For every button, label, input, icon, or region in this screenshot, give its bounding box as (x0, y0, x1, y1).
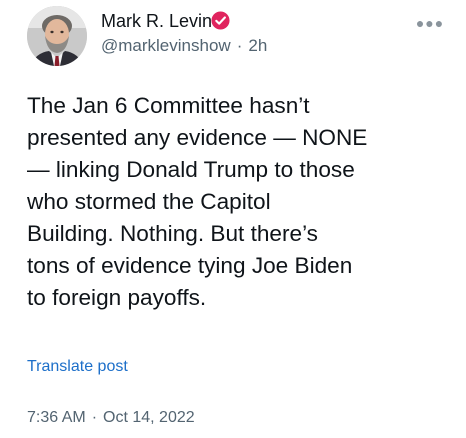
post-text: The Jan 6 Committee hasn’t presented any… (27, 93, 368, 310)
post-time-ago[interactable]: 2h (248, 36, 267, 56)
verified-badge-icon (211, 11, 230, 30)
tweet-card: Mark R. Levin @marklevinshow · 2h ●●● The … (0, 0, 466, 438)
post-timestamp[interactable]: 7:36 AM · Oct 14, 2022 (27, 409, 195, 427)
handle-separator: · (236, 36, 243, 55)
post-date: Oct 14, 2022 (103, 409, 195, 426)
author-handle[interactable]: @marklevinshow (101, 36, 231, 56)
post-time: 7:36 AM (27, 409, 86, 426)
avatar-image (27, 6, 87, 66)
author-meta: @marklevinshow · 2h (101, 36, 267, 56)
author-display-name[interactable]: Mark R. Levin (101, 11, 212, 32)
more-options-icon[interactable]: ●●● (414, 14, 446, 32)
translate-post-link[interactable]: Translate post (27, 358, 128, 376)
timestamp-separator: · (91, 409, 98, 426)
avatar[interactable] (27, 6, 87, 66)
